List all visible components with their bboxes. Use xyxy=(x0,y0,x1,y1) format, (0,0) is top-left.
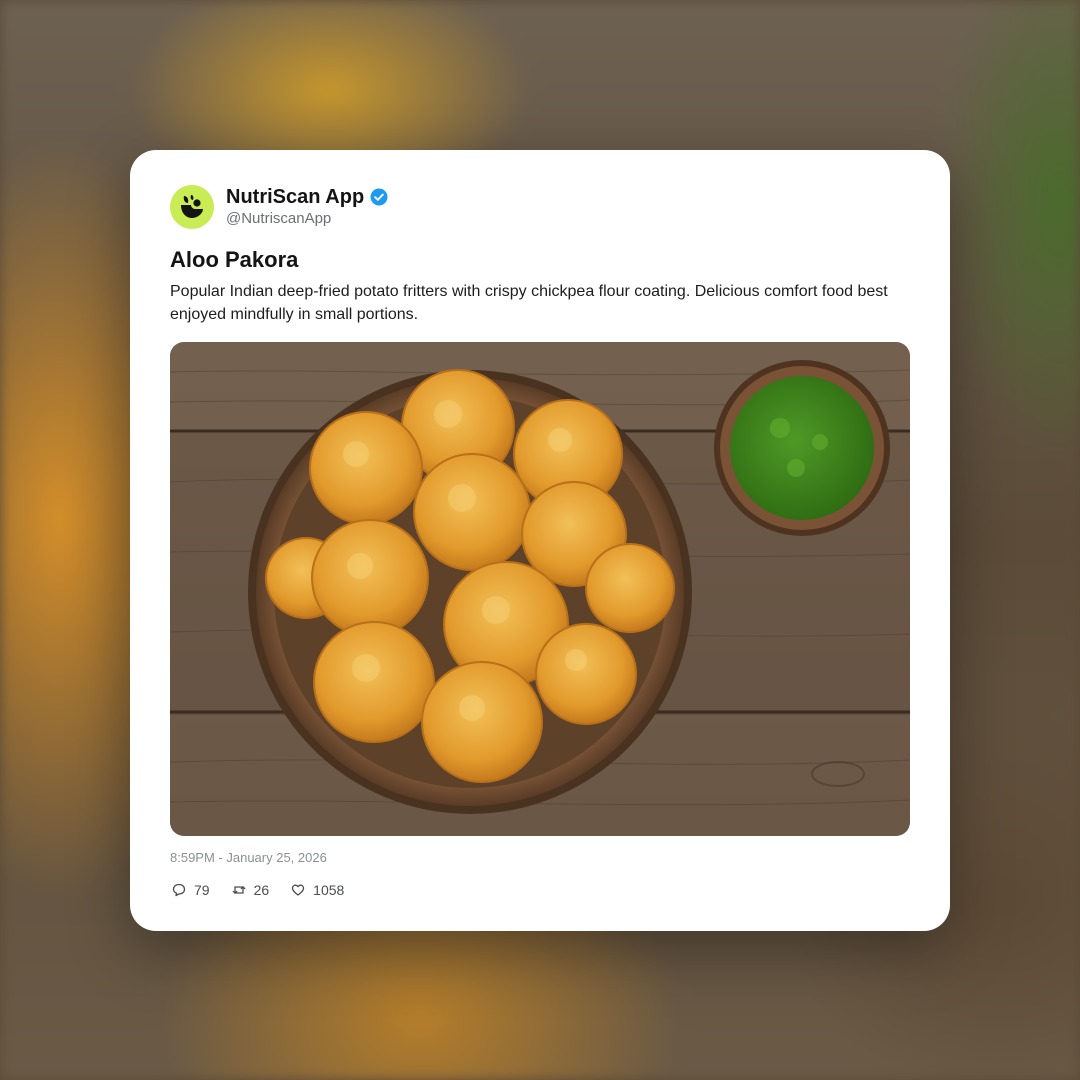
post-title: Aloo Pakora xyxy=(170,247,299,272)
like-button[interactable]: 1058 xyxy=(291,882,344,898)
reply-count: 79 xyxy=(194,882,210,898)
heart-icon xyxy=(292,884,305,896)
post-description: Popular Indian deep-fried potato fritter… xyxy=(170,283,888,323)
account-handle[interactable]: @NutriscanApp xyxy=(226,209,388,229)
food-photo[interactable] xyxy=(170,342,910,836)
display-name[interactable]: NutriScan App xyxy=(226,185,364,209)
post-actions: 79 26 1058 xyxy=(172,880,366,900)
avatar[interactable] xyxy=(170,185,214,229)
post-timestamp[interactable]: 8:59PM - January 25, 2026 xyxy=(170,850,327,866)
like-count: 1058 xyxy=(313,882,345,898)
repost-count: 26 xyxy=(253,882,270,898)
comment-icon xyxy=(172,883,186,897)
post-card: NutriScan App @NutriscanApp Aloo Pakora … xyxy=(130,150,950,931)
verified-badge-icon xyxy=(370,188,388,206)
post-header: NutriScan App @NutriscanApp xyxy=(170,185,388,229)
nutriscan-logo-icon xyxy=(181,195,203,218)
reply-button[interactable]: 79 xyxy=(172,882,210,898)
repost-button[interactable]: 26 xyxy=(232,882,270,898)
repost-icon xyxy=(232,886,245,894)
